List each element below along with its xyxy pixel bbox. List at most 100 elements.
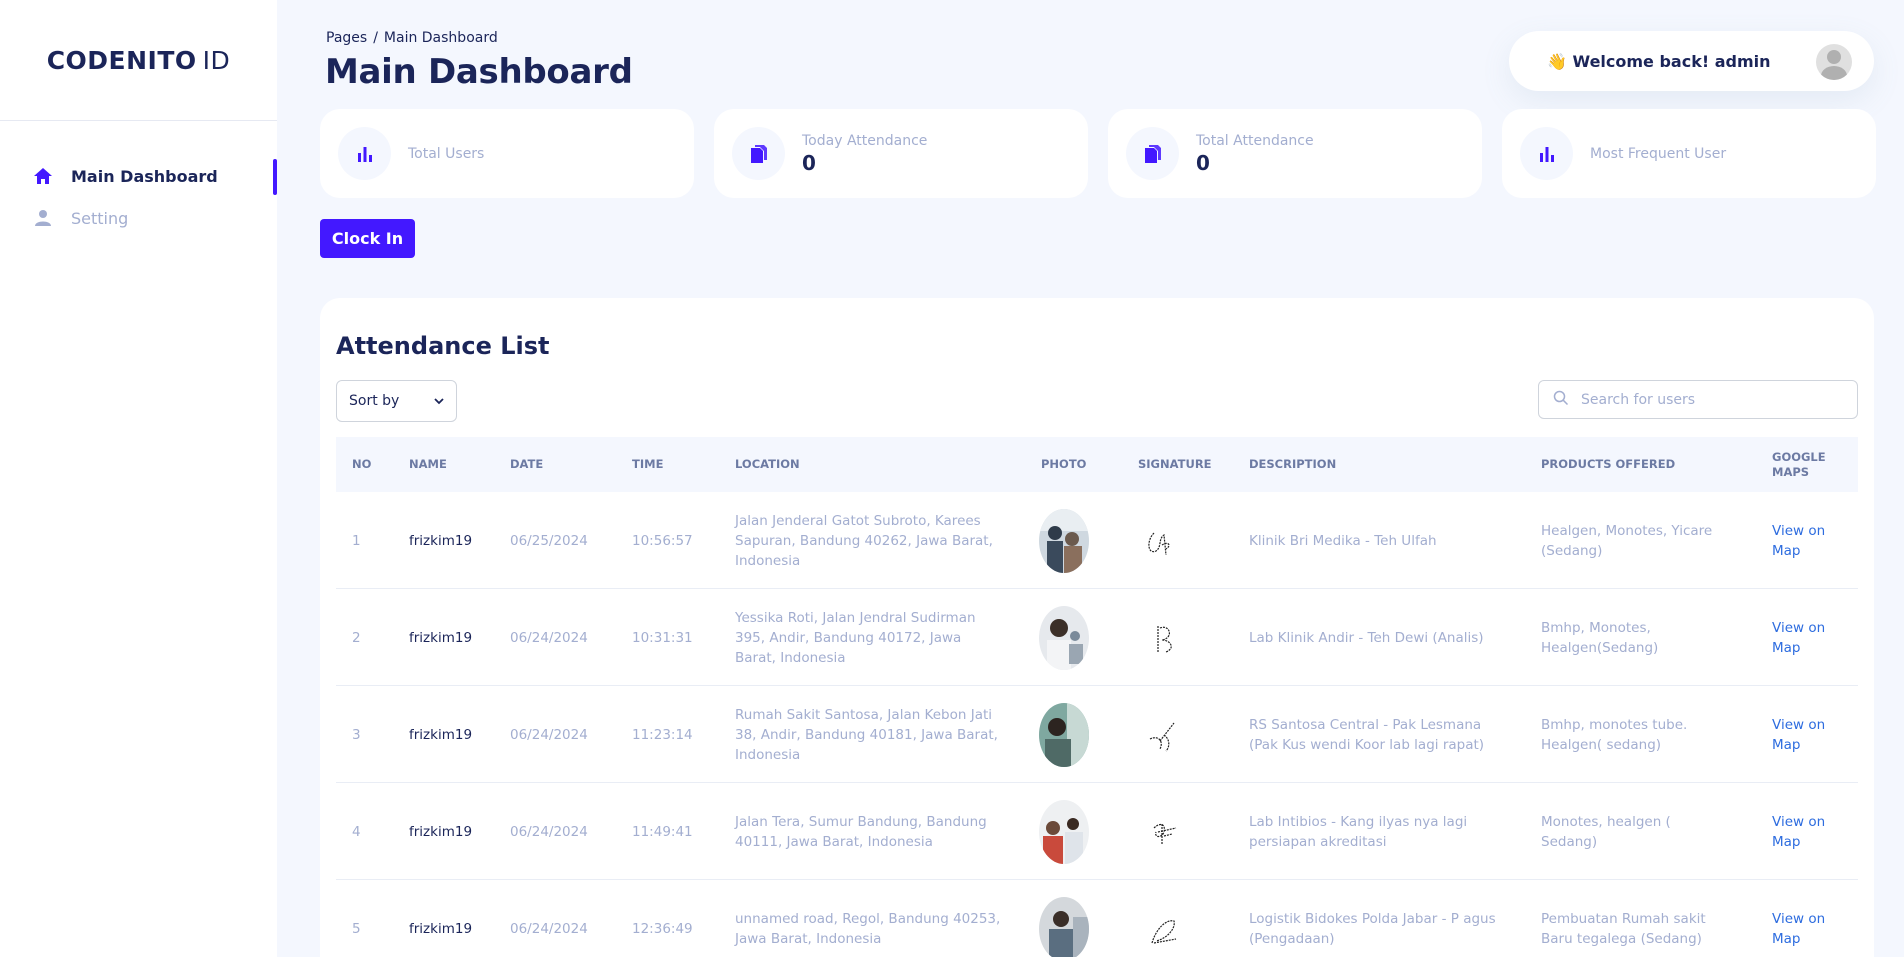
attendance-photo[interactable] xyxy=(1039,702,1089,767)
cell-time: 11:49:41 xyxy=(632,823,693,840)
cell-description: Lab Klinik Andir - Teh Dewi (Analis) xyxy=(1249,629,1484,646)
cell-photo xyxy=(1039,783,1089,880)
sort-select[interactable]: Sort by xyxy=(336,380,457,422)
cell-photo xyxy=(1039,880,1089,957)
cell-map: View on Map xyxy=(1772,880,1832,957)
cell-map: View on Map xyxy=(1772,686,1832,783)
clock-in-button[interactable]: Clock In xyxy=(320,219,415,258)
view-on-map-link[interactable]: View on Map xyxy=(1772,521,1832,561)
attendance-title: Attendance List xyxy=(336,332,550,360)
breadcrumb-current: Main Dashboard xyxy=(383,30,498,46)
stat-value: 0 xyxy=(1196,150,1210,175)
cell-photo xyxy=(1039,686,1089,783)
cell-signature xyxy=(1136,686,1196,783)
cell-name: frizkim19 xyxy=(409,726,473,743)
cell-name: frizkim19 xyxy=(409,532,473,549)
view-on-map-link[interactable]: View on Map xyxy=(1772,812,1832,852)
column-header: NAME xyxy=(409,457,447,472)
stat-label: Total Attendance xyxy=(1196,132,1314,149)
welcome-text: 👋 Welcome back! admin xyxy=(1547,51,1771,71)
cell-products: Monotes, healgen ( Sedang) xyxy=(1541,813,1671,850)
cell-location: unnamed road, Regol, Bandung 40253, Jawa… xyxy=(735,910,1001,947)
main-content: Pages / Main Dashboard Main Dashboard 👋 We… xyxy=(277,0,1904,957)
attendance-photo[interactable] xyxy=(1039,896,1089,957)
sidebar-item-setting[interactable]: Setting xyxy=(0,197,277,239)
search-input[interactable] xyxy=(1581,391,1841,408)
table-row: 5 frizkim19 06/24/2024 12:36:49 unnamed … xyxy=(336,880,1858,957)
cell-description: Klinik Bri Medika - Teh Ulfah xyxy=(1249,532,1437,549)
cell-signature xyxy=(1136,783,1196,880)
cell-no: 3 xyxy=(352,726,361,743)
avatar[interactable] xyxy=(1816,44,1852,80)
column-header: DESCRIPTION xyxy=(1249,457,1337,472)
signature-image[interactable] xyxy=(1136,802,1196,862)
cell-description: Logistik Bidokes Polda Jabar - P agus (P… xyxy=(1249,910,1496,947)
cell-no: 1 xyxy=(352,532,361,549)
cell-date: 06/24/2024 xyxy=(510,823,588,840)
attendance-photo[interactable] xyxy=(1039,605,1089,670)
cell-date: 06/24/2024 xyxy=(510,920,588,937)
cell-map: View on Map xyxy=(1772,492,1832,589)
brand-thin: ID xyxy=(202,45,231,75)
cell-time: 10:31:31 xyxy=(632,629,693,646)
attendance-panel: Attendance List Sort by NO NAME DATE TIM… xyxy=(320,298,1874,957)
cell-name: frizkim19 xyxy=(409,629,473,646)
breadcrumb-root[interactable]: Pages xyxy=(326,30,367,46)
cell-signature xyxy=(1136,880,1196,957)
signature-image[interactable] xyxy=(1136,511,1196,571)
page-title: Main Dashboard xyxy=(325,52,633,92)
brand-bold: CODENITO xyxy=(46,45,197,75)
search-box xyxy=(1538,380,1858,419)
stat-card-most-frequent-user: Most Frequent User xyxy=(1502,109,1876,198)
cell-time: 11:23:14 xyxy=(632,726,693,743)
home-icon xyxy=(33,166,53,186)
cell-photo xyxy=(1039,589,1089,686)
column-header: PHOTO xyxy=(1041,457,1087,472)
attendance-photo[interactable] xyxy=(1039,508,1089,573)
table-header: NO NAME DATE TIME LOCATION PHOTO SIGNATU… xyxy=(336,437,1858,492)
signature-image[interactable] xyxy=(1136,705,1196,765)
cell-signature xyxy=(1136,589,1196,686)
stat-label: Most Frequent User xyxy=(1590,145,1727,162)
cell-signature xyxy=(1136,492,1196,589)
cell-photo xyxy=(1039,492,1089,589)
sidebar-item-label: Main Dashboard xyxy=(71,166,218,186)
breadcrumb-separator: / xyxy=(373,30,378,46)
stat-card-today-attendance: Today Attendance 0 xyxy=(714,109,1088,198)
stat-card-total-attendance: Total Attendance 0 xyxy=(1108,109,1482,198)
view-on-map-link[interactable]: View on Map xyxy=(1772,618,1832,658)
column-header: SIGNATURE xyxy=(1138,457,1212,472)
documents-icon xyxy=(1126,127,1179,180)
chevron-down-icon xyxy=(434,393,444,409)
cell-map: View on Map xyxy=(1772,783,1832,880)
bar-chart-icon xyxy=(1520,127,1573,180)
cell-products: Healgen, Monotes, Yicare (Sedang) xyxy=(1541,522,1713,559)
signature-image[interactable] xyxy=(1136,899,1196,957)
documents-icon xyxy=(732,127,785,180)
view-on-map-link[interactable]: View on Map xyxy=(1772,715,1832,755)
column-header: DATE xyxy=(510,457,544,472)
sidebar-item-main-dashboard[interactable]: Main Dashboard xyxy=(0,155,277,197)
bar-chart-icon xyxy=(338,127,391,180)
search-icon xyxy=(1553,390,1569,410)
stat-label: Total Users xyxy=(408,145,485,162)
stat-card-total-users: Total Users xyxy=(320,109,694,198)
signature-image[interactable] xyxy=(1136,608,1196,668)
sidebar-nav: Main Dashboard Setting xyxy=(0,155,277,239)
table-row: 1 frizkim19 06/25/2024 10:56:57 Jalan Je… xyxy=(336,492,1858,589)
table-row: 4 frizkim19 06/24/2024 11:49:41 Jalan Te… xyxy=(336,783,1858,880)
cell-no: 2 xyxy=(352,629,361,646)
user-icon xyxy=(33,208,53,228)
attendance-photo[interactable] xyxy=(1039,799,1089,864)
view-on-map-link[interactable]: View on Map xyxy=(1772,909,1832,949)
cell-date: 06/24/2024 xyxy=(510,629,588,646)
cell-map: View on Map xyxy=(1772,589,1832,686)
brand-logo[interactable]: CODENITO ID xyxy=(0,0,277,121)
column-header: GOOGLE MAPS xyxy=(1772,449,1826,479)
cell-time: 10:56:57 xyxy=(632,532,693,549)
cell-date: 06/24/2024 xyxy=(510,726,588,743)
cell-products: Bmhp, monotes tube. Healgen( sedang) xyxy=(1541,716,1688,753)
cell-location: Jalan Jenderal Gatot Subroto, Karees Sap… xyxy=(735,512,993,569)
cell-products: Pembuatan Rumah sakit Baru tegalega (Sed… xyxy=(1541,910,1706,947)
cell-location: Jalan Tera, Sumur Bandung, Bandung 40111… xyxy=(735,813,987,850)
